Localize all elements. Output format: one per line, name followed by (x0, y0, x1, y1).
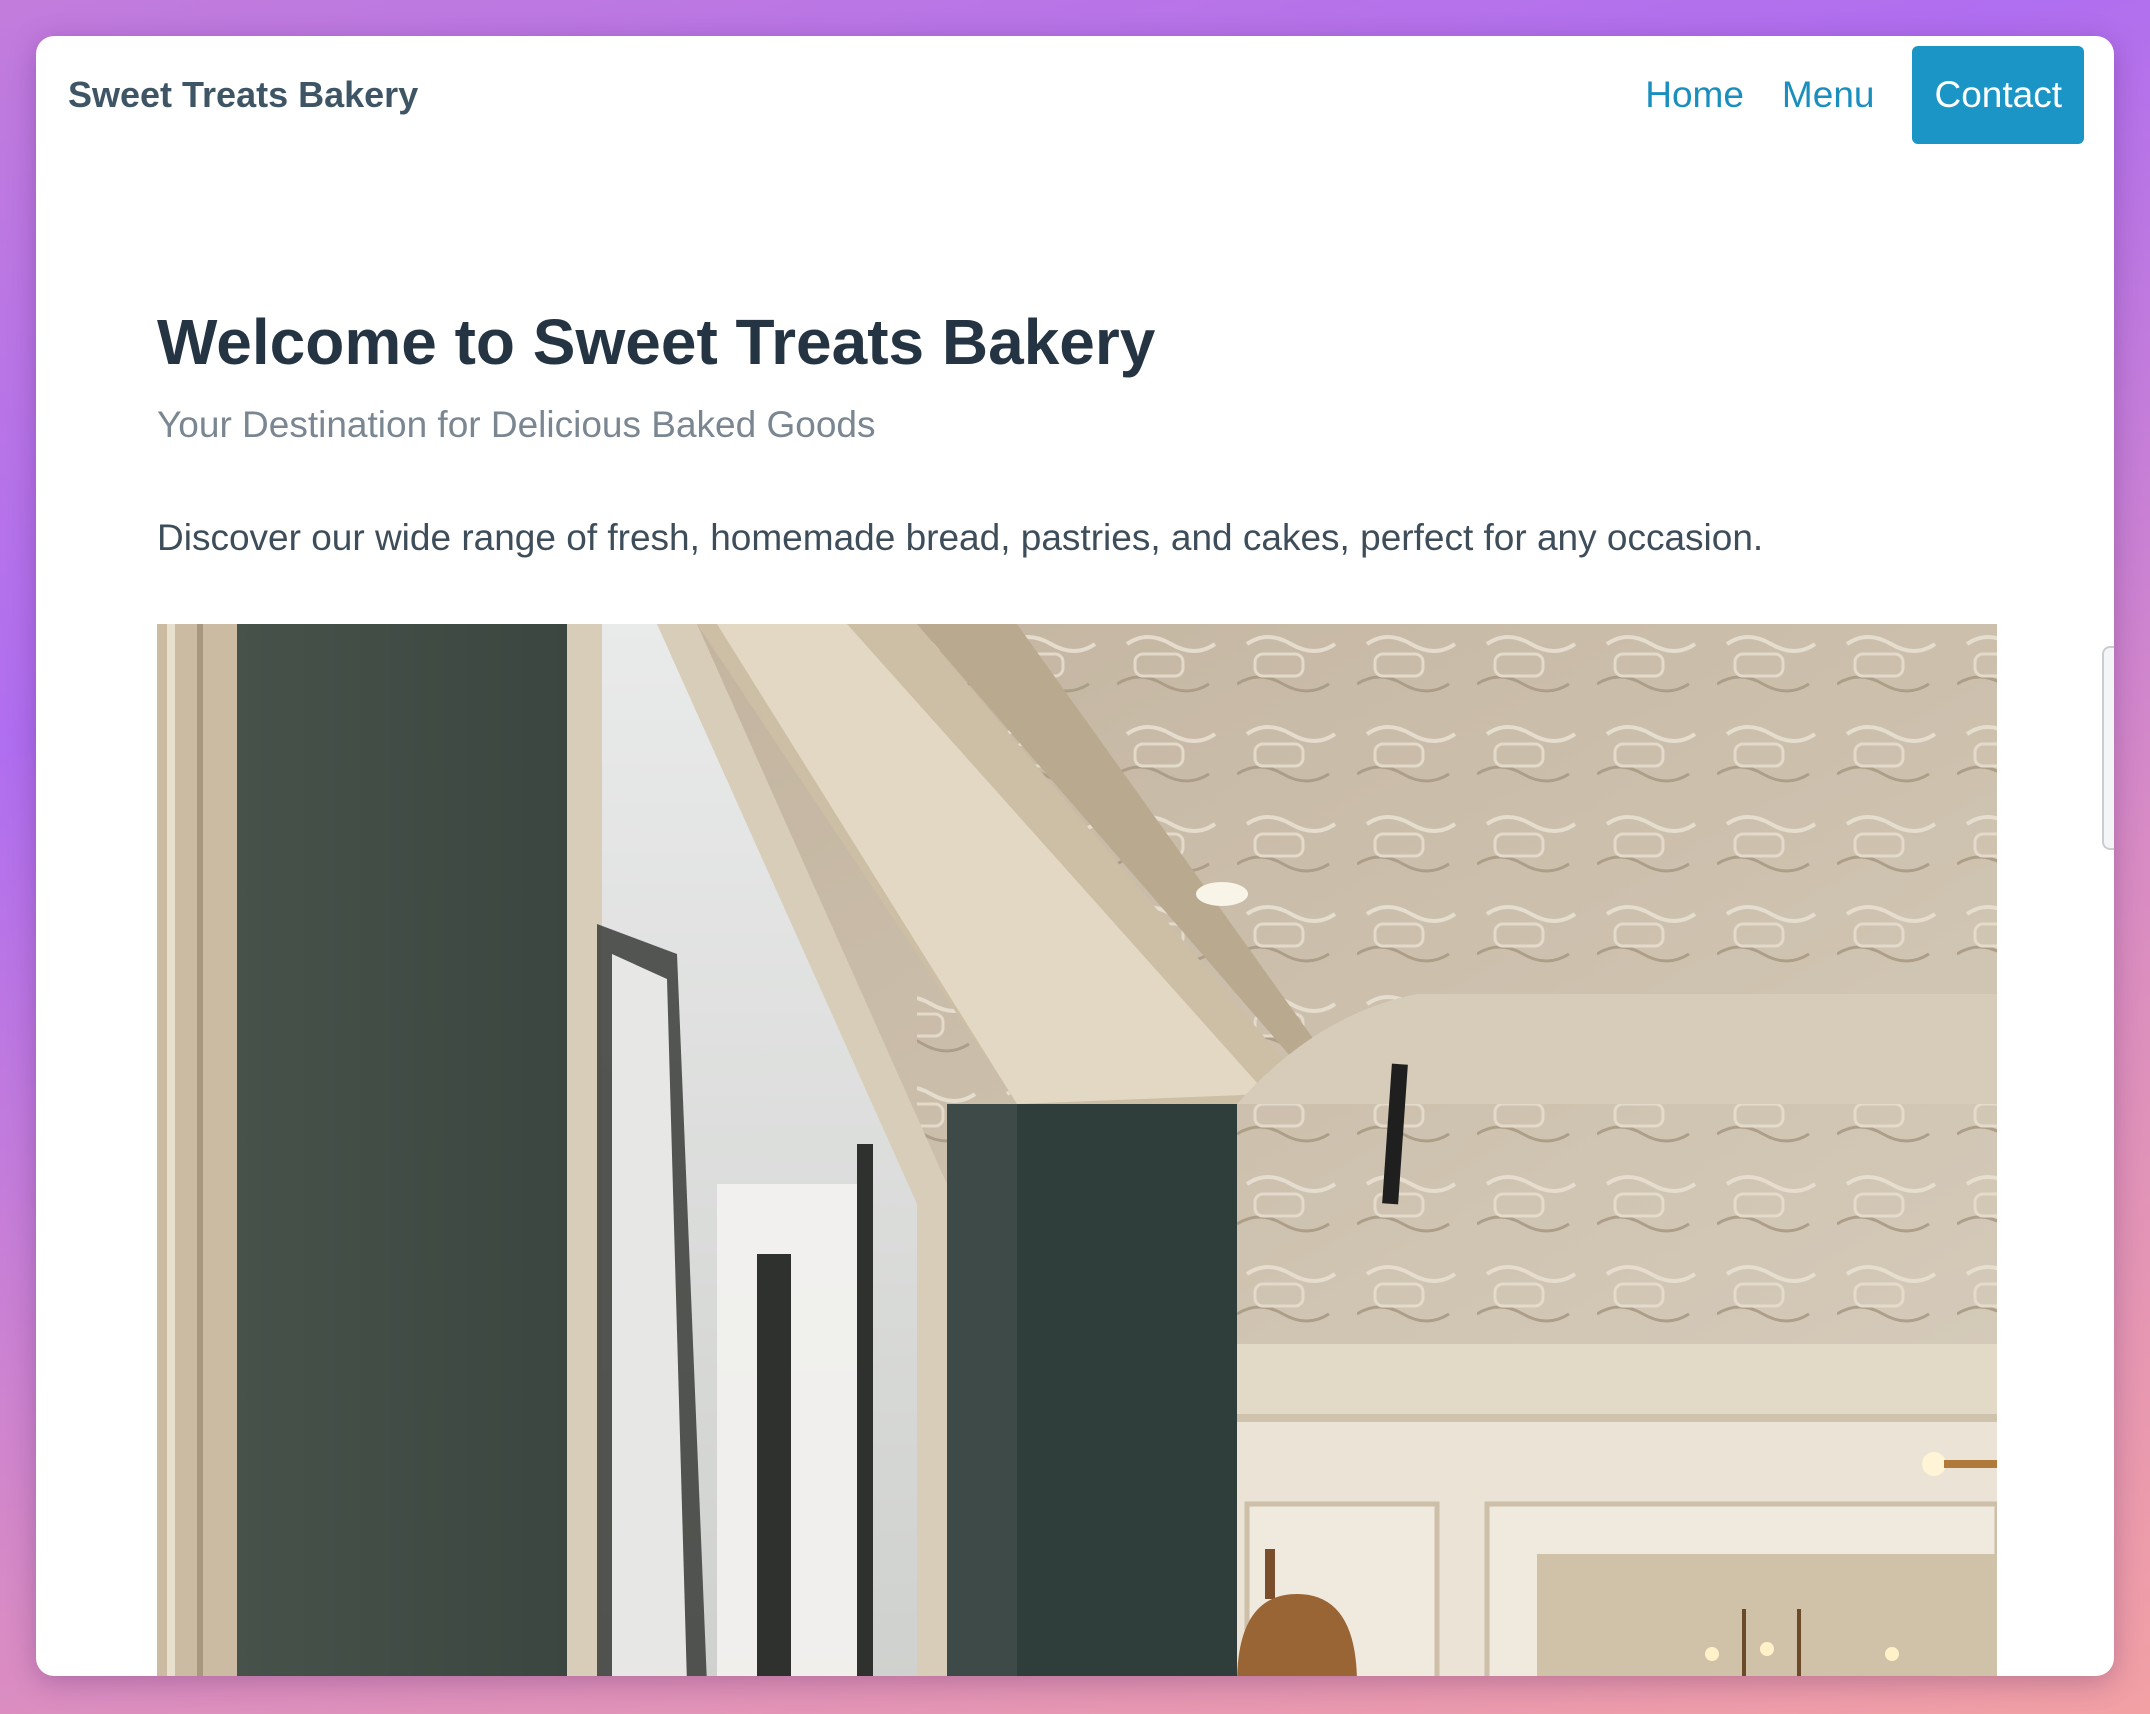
hero-title: Welcome to Sweet Treats Bakery (157, 306, 1156, 378)
hero-subtitle: Your Destination for Delicious Baked Goo… (157, 404, 876, 445)
nav-links: Home Menu Contact (1607, 46, 2084, 144)
nav-link-menu[interactable]: Menu (1782, 74, 1875, 116)
scroll-handle[interactable] (2102, 646, 2114, 850)
contact-button[interactable]: Contact (1912, 46, 2084, 144)
hero-description: Discover our wide range of fresh, homema… (157, 517, 1764, 558)
bakery-interior-image (157, 624, 1997, 1676)
browser-window: Sweet Treats Bakery Home Menu Contact We… (36, 36, 2114, 1676)
brand-logo[interactable]: Sweet Treats Bakery (68, 72, 418, 119)
navbar: Sweet Treats Bakery Home Menu Contact (36, 36, 2114, 156)
nav-link-home[interactable]: Home (1645, 74, 1744, 116)
